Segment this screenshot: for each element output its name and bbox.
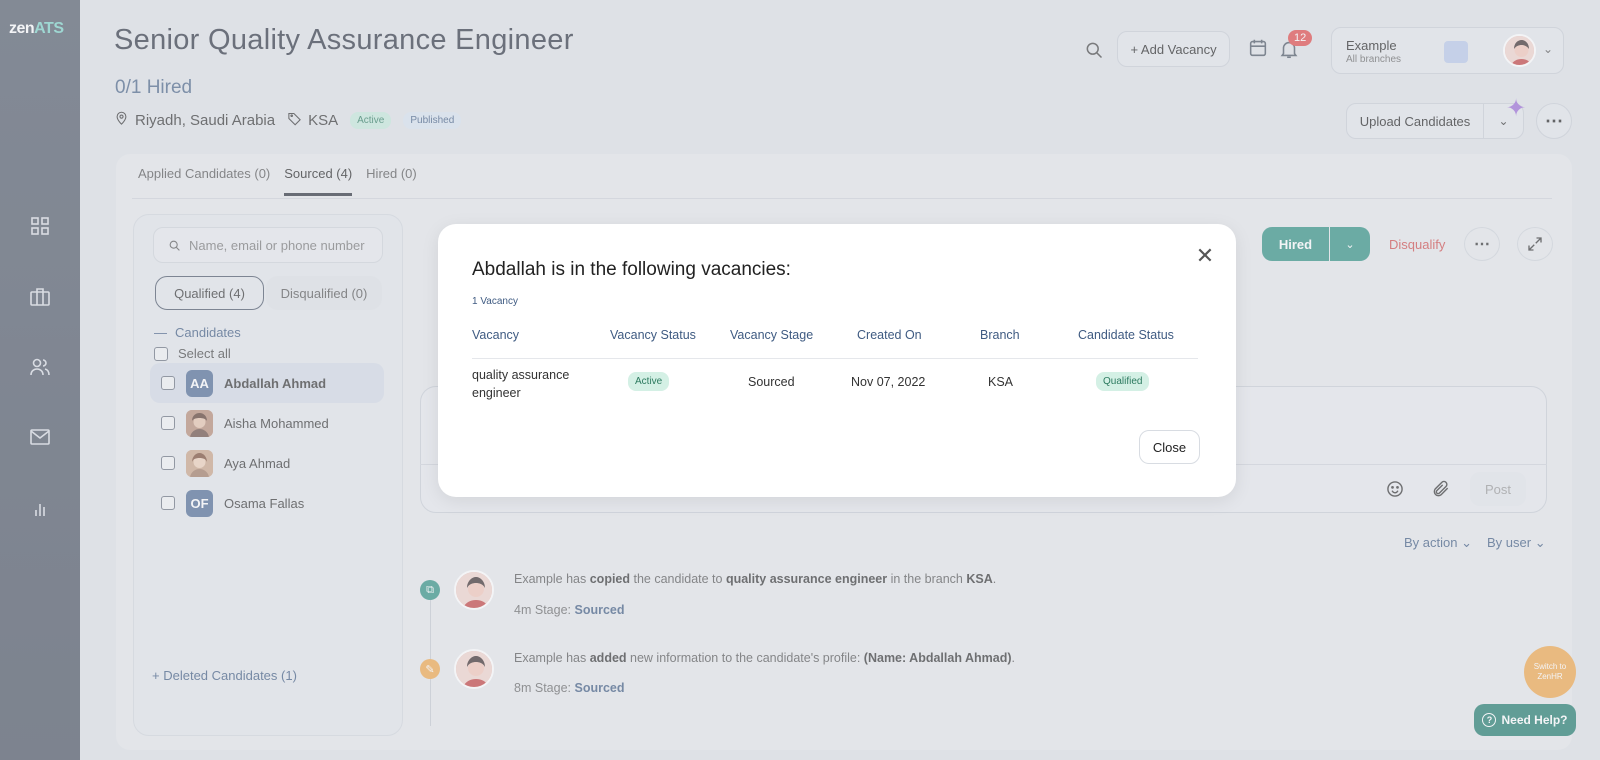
vacancy-stage: Sourced xyxy=(748,375,795,389)
candidate-status-badge: Qualified xyxy=(1096,372,1150,391)
vacancies-modal: Abdallah is in the following vacancies: … xyxy=(438,224,1236,497)
vacancy-name[interactable]: quality assurance engineer xyxy=(472,366,582,402)
vacancy-count: 1 Vacancy xyxy=(472,296,518,307)
column-header: Vacancy xyxy=(472,328,520,342)
column-header: Branch xyxy=(980,328,1020,342)
column-header: Candidate Status xyxy=(1078,328,1174,342)
modal-title: Abdallah is in the following vacancies: xyxy=(472,259,791,280)
vacancy-status-badge: Active xyxy=(628,372,670,391)
created-on: Nov 07, 2022 xyxy=(851,375,926,389)
close-button[interactable]: Close xyxy=(1139,430,1200,464)
column-header: Vacancy Stage xyxy=(730,328,814,342)
close-icon[interactable]: ✕ xyxy=(1195,243,1215,268)
branch: KSA xyxy=(988,375,1014,389)
column-header: Created On xyxy=(857,328,922,342)
table-divider xyxy=(472,358,1198,359)
column-header: Vacancy Status xyxy=(610,328,696,342)
